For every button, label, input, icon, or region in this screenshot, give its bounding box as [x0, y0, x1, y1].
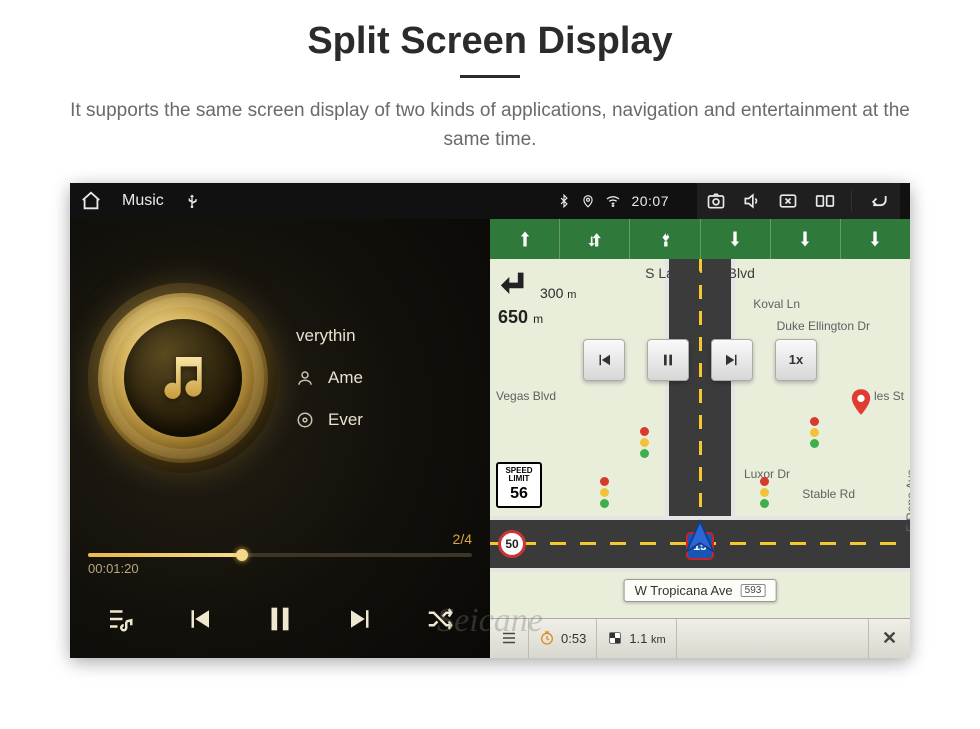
page-subtitle: It supports the same screen display of t…: [55, 96, 925, 155]
split-screen-icon[interactable]: [813, 191, 837, 211]
circular-speed-sign: 50: [498, 530, 526, 558]
sim-speed-button[interactable]: 1x: [775, 339, 817, 381]
navigation-map-pane[interactable]: S Las Vegas Blvd 300 m 650 m: [490, 219, 910, 658]
turn-left-icon: [498, 267, 532, 301]
album-art-ring: [88, 283, 278, 473]
status-clock: 20:07: [631, 193, 669, 209]
home-icon[interactable]: [80, 190, 102, 212]
footer-eta: 0:53: [529, 619, 597, 658]
turn-unit-1: m: [567, 289, 576, 301]
map-label-koval: Koval Ln: [753, 297, 800, 311]
title-underline: [460, 75, 520, 78]
turn-unit-2: m: [533, 312, 543, 326]
map-label-stable: Stable Rd: [802, 487, 855, 501]
map-label-reno: E Reno Ave: [904, 469, 910, 532]
sim-controls: 1x: [490, 339, 910, 381]
map-label-vegas: Vegas Blvd: [496, 389, 556, 403]
track-title-row: verythin: [296, 326, 480, 346]
artist-icon: [296, 369, 314, 387]
vehicle-position-icon: [680, 518, 720, 563]
artist-row: Ame: [296, 368, 480, 388]
sim-pause-button[interactable]: [647, 339, 689, 381]
pause-button[interactable]: [255, 594, 305, 644]
turn-instructions: 300 m 650 m: [498, 267, 576, 328]
speed-limit-sign: SPEED LIMIT 56: [496, 462, 542, 508]
usb-icon: [184, 193, 200, 209]
current-road-name: W Tropicana Ave: [635, 583, 733, 598]
next-button[interactable]: [338, 596, 384, 642]
track-index: 2/4: [453, 531, 472, 547]
screenshot-icon[interactable]: [705, 191, 727, 211]
system-status-bar: Music 20:07: [70, 183, 910, 219]
track-title-text: verythin: [296, 326, 356, 346]
elapsed-time: 00:01:20: [70, 557, 490, 576]
head-unit-screen: Music 20:07: [70, 183, 910, 658]
map-label-les: les St: [874, 389, 904, 403]
upcoming-street-label: S Las Vegas Blvd: [645, 265, 755, 281]
playlist-button[interactable]: [97, 596, 143, 642]
page-title: Split Screen Display: [0, 20, 980, 63]
music-note-icon: [155, 350, 211, 406]
artist-text: Ame: [328, 368, 363, 388]
map-label-duke: Duke Ellington Dr: [777, 319, 870, 333]
location-icon: [581, 194, 595, 208]
sim-next-button[interactable]: [711, 339, 753, 381]
footer-menu-button[interactable]: [490, 619, 529, 658]
current-road-chip: W Tropicana Ave 593: [624, 579, 777, 602]
traffic-light-icon: [760, 477, 770, 508]
traffic-light-icon: [810, 417, 820, 448]
wifi-icon: [605, 193, 621, 209]
close-app-icon[interactable]: [777, 191, 799, 211]
current-road-tag: 593: [741, 584, 766, 597]
previous-button[interactable]: [176, 596, 222, 642]
album-row: Ever: [296, 410, 480, 430]
footer-close-button[interactable]: ✕: [868, 619, 910, 658]
sim-prev-button[interactable]: [583, 339, 625, 381]
bluetooth-icon: [557, 194, 571, 208]
album-text: Ever: [328, 410, 363, 430]
turn-distance-2: 650: [498, 307, 528, 327]
status-app-label: Music: [122, 192, 164, 210]
traffic-light-icon: [640, 427, 650, 458]
progress-slider[interactable]: [88, 553, 472, 557]
volume-icon[interactable]: [741, 191, 763, 211]
map-footer-bar: 0:53 1.1 km ✕: [490, 618, 910, 658]
shuffle-button[interactable]: [417, 596, 463, 642]
destination-pin-icon: [850, 389, 870, 415]
music-player-pane: verythin Ame Ever: [70, 219, 490, 658]
turn-distance-1: 300: [540, 285, 563, 301]
disc-icon: [296, 411, 314, 429]
back-icon[interactable]: [866, 191, 892, 211]
footer-distance: 1.1 km: [597, 619, 676, 658]
traffic-light-icon: [600, 477, 610, 508]
lane-assist-bar: [490, 219, 910, 259]
